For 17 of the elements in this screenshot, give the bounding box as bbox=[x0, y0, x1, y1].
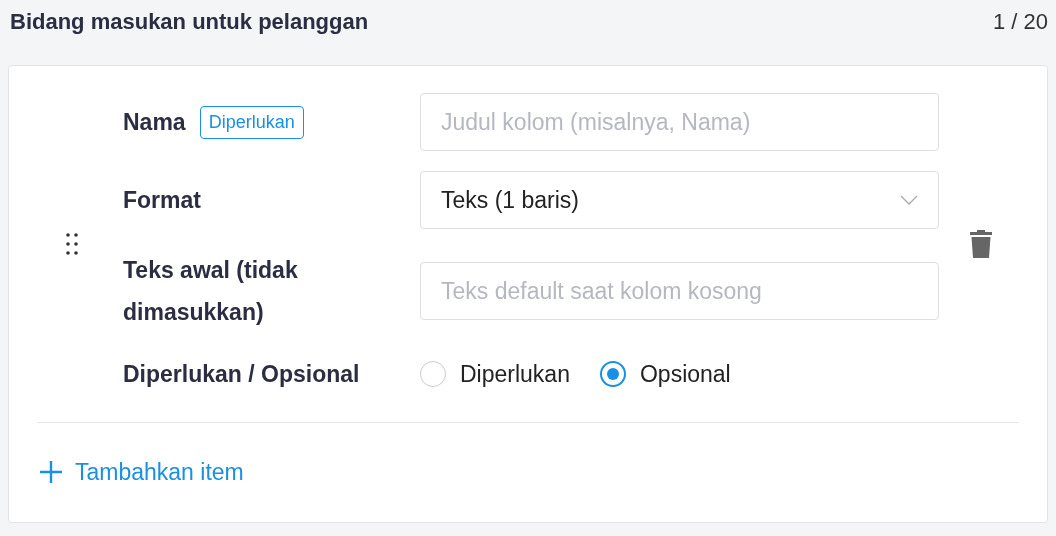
field-label: Format bbox=[123, 186, 201, 215]
drag-handle-icon[interactable] bbox=[65, 232, 79, 256]
field-label: Diperlukan / Opsional bbox=[123, 360, 360, 389]
field-label: Nama bbox=[123, 108, 186, 137]
section-title: Bidang masukan untuk pelanggan bbox=[10, 9, 369, 35]
item-counter: 1 / 20 bbox=[992, 9, 1048, 35]
format-dropdown[interactable]: Teks (1 baris) bbox=[420, 171, 939, 229]
input-field[interactable]: Teks default saat kolom kosong bbox=[420, 262, 939, 320]
chevron-down-icon bbox=[900, 195, 918, 205]
trash-icon[interactable] bbox=[969, 229, 993, 259]
radio-button[interactable] bbox=[599, 361, 626, 387]
required-badge: Diperlukan bbox=[199, 105, 304, 139]
plus-icon bbox=[39, 460, 63, 484]
radio-option[interactable]: Opsional bbox=[599, 360, 731, 388]
field-label: Teks awal (tidak dimasukkan) bbox=[123, 256, 299, 327]
radio-option[interactable]: Diperlukan bbox=[420, 360, 570, 388]
input-field[interactable]: Judul kolom (misalnya, Nama) bbox=[420, 93, 939, 151]
